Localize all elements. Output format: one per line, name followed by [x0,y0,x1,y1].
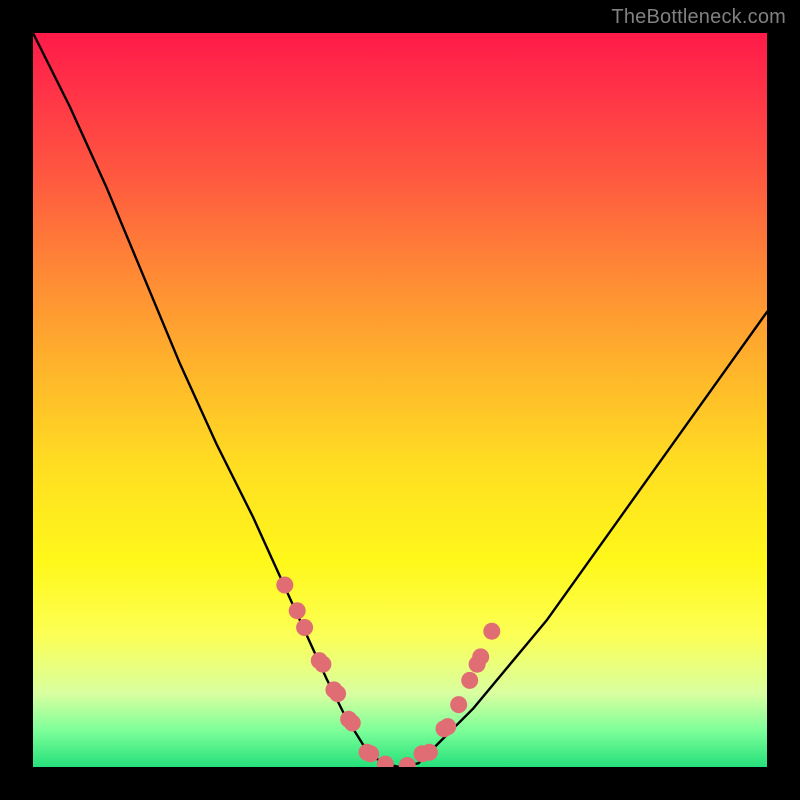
data-point [472,648,489,665]
watermark-text: TheBottleneck.com [611,6,786,29]
plot-area [33,33,767,767]
data-point [276,577,293,594]
data-point [314,656,331,673]
data-points [276,577,500,768]
data-point [399,757,416,767]
data-point [329,685,346,702]
data-point [289,602,306,619]
data-point [421,744,438,761]
chart-stage: TheBottleneck.com [0,0,800,800]
data-point [450,696,467,713]
data-point [439,718,456,735]
bottleneck-curve [33,33,767,767]
data-point [362,745,379,762]
data-point [344,715,361,732]
chart-svg [33,33,767,767]
data-point [296,619,313,636]
data-point [483,623,500,640]
data-point [377,756,394,767]
data-point [461,672,478,689]
